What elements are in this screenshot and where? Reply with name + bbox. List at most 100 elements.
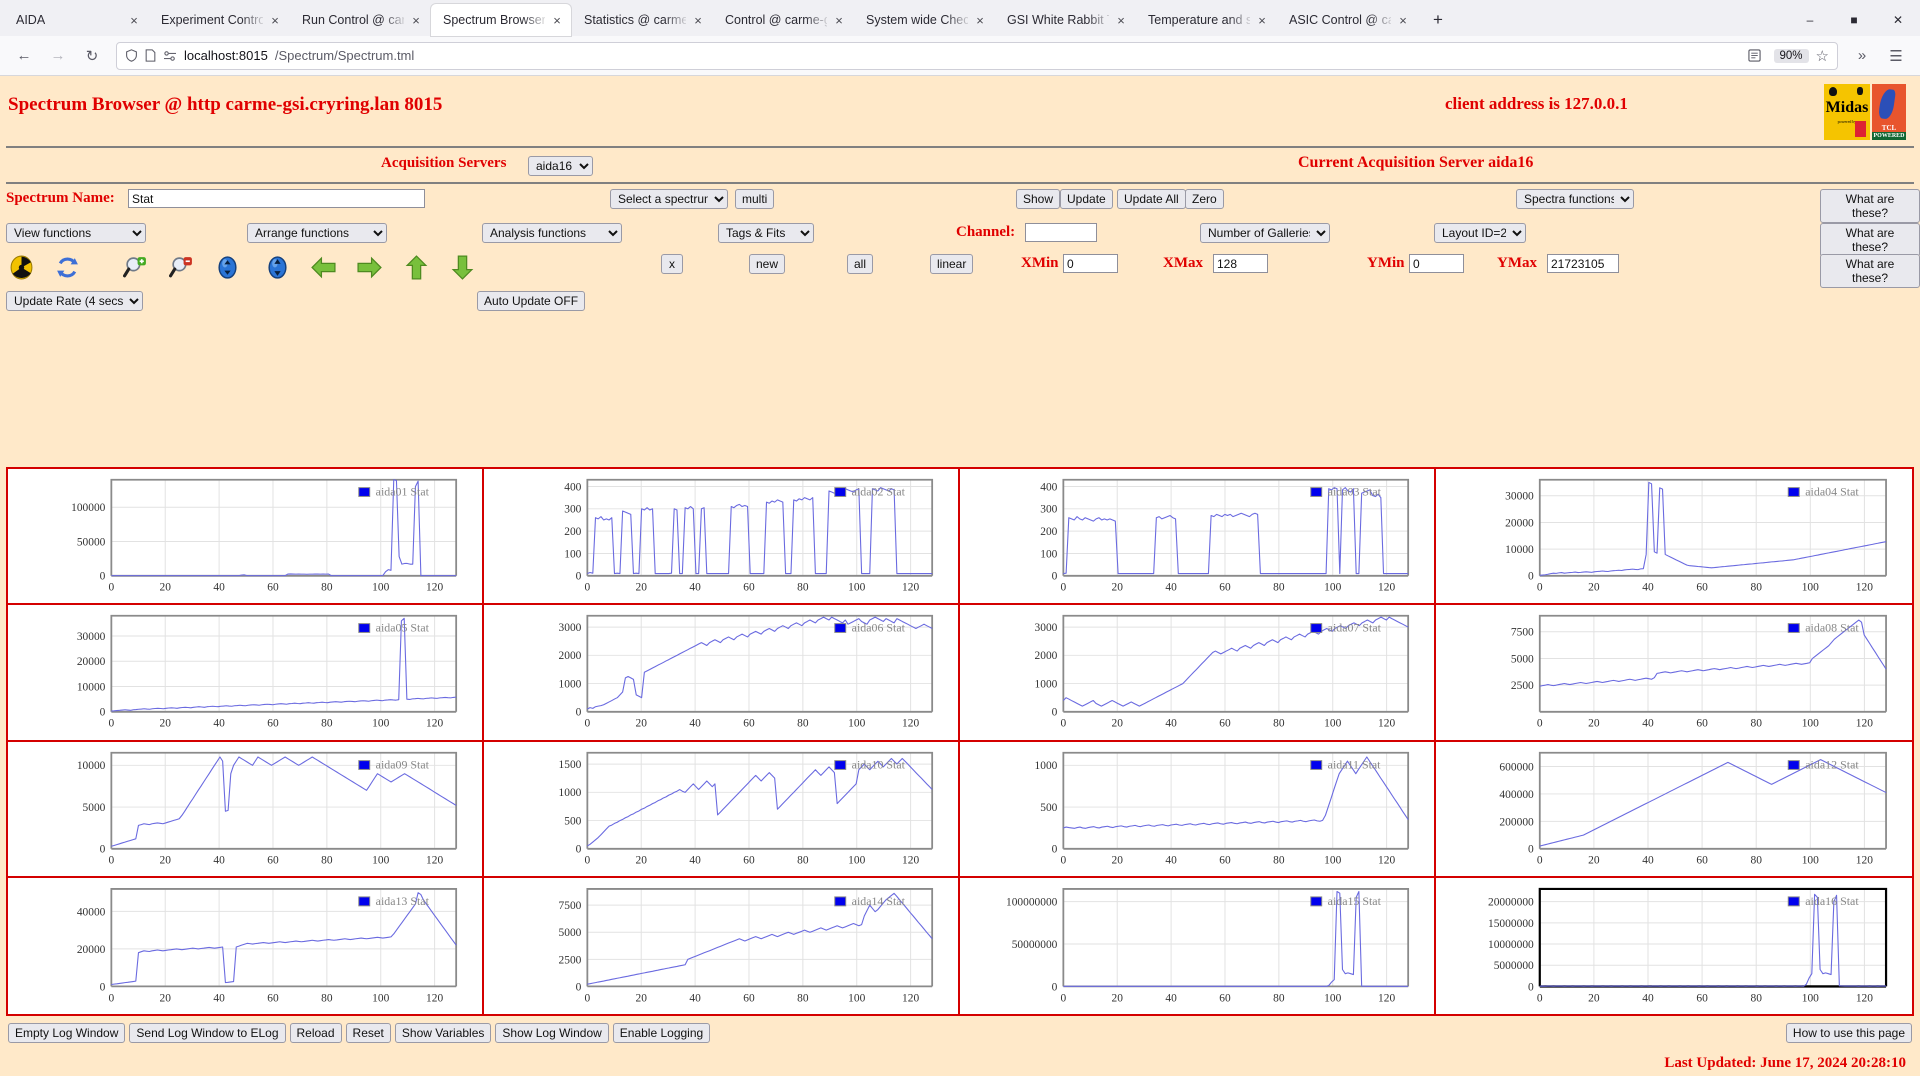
what-are-these-button-1[interactable]: What are these? xyxy=(1820,189,1920,223)
zoom-level-badge[interactable]: 90% xyxy=(1773,48,1809,63)
reload-button[interactable]: Reload xyxy=(289,1023,342,1043)
update-all-button[interactable]: Update All xyxy=(1117,189,1186,209)
spectrum-panel[interactable]: 0 10000 20000 30000 0 20 40 60 80 100 120 aida05 St… xyxy=(8,605,484,742)
refresh-icon[interactable] xyxy=(52,252,82,282)
select-spectrum-dropdown[interactable]: Select a spectrum xyxy=(610,189,728,209)
arrow-left-icon[interactable] xyxy=(308,252,338,282)
spectra-functions-dropdown[interactable]: Spectra functions xyxy=(1516,189,1634,209)
browser-tab[interactable]: Spectrum Browser @ c × xyxy=(431,4,571,36)
analysis-functions-dropdown[interactable]: Analysis functions xyxy=(482,223,622,243)
tab-close-icon[interactable]: × xyxy=(831,12,847,28)
acquisition-server-select[interactable]: aida16 xyxy=(528,156,593,176)
x-button[interactable]: x xyxy=(661,254,683,274)
new-button[interactable]: new xyxy=(749,254,786,274)
browser-tab[interactable]: GSI White Rabbit Time × xyxy=(995,4,1135,36)
spectrum-panel[interactable]: 0 20000 40000 0 20 40 60 80 100 120 aida13 Stat xyxy=(8,877,484,1014)
tab-close-icon[interactable]: × xyxy=(1113,12,1129,28)
spectrum-panel[interactable]: 0 50000000 100000000 0 20 40 60 80 100 120 aida15 … xyxy=(960,877,1436,1014)
spectrum-panel[interactable]: 0 2500 5000 7500 0 20 40 60 80 100 120 aida14 Stat xyxy=(484,877,960,1014)
spectrum-panel[interactable]: 0 100 200 300 400 0 20 40 60 80 100 120 aida03 Stat xyxy=(960,469,1436,606)
window-close-button[interactable]: ✕ xyxy=(1876,4,1920,36)
number-of-galleries-dropdown[interactable]: Number of Galleries xyxy=(1200,223,1330,243)
show-log-window-button[interactable]: Show Log Window xyxy=(495,1023,609,1043)
tab-close-icon[interactable]: × xyxy=(690,12,706,28)
linear-button[interactable]: linear xyxy=(930,254,974,274)
tab-close-icon[interactable]: × xyxy=(408,12,424,28)
reader-mode-icon[interactable] xyxy=(1747,49,1761,62)
browser-tab[interactable]: ASIC Control @ carme- × xyxy=(1277,4,1417,36)
ymin-input[interactable] xyxy=(1409,254,1464,273)
all-button[interactable]: all xyxy=(847,254,874,274)
spectrum-panel[interactable]: 0 1000 2000 3000 0 20 40 60 80 100 120 aida07 Stat xyxy=(960,605,1436,742)
spectrum-panel[interactable]: 0 500 1000 1500 0 20 40 60 80 100 120 aida10 Stat xyxy=(484,741,960,878)
svg-text:20000: 20000 xyxy=(1505,517,1534,529)
forward-button[interactable]: → xyxy=(42,41,74,71)
update-button[interactable]: Update xyxy=(1060,189,1113,209)
reset-button[interactable]: Reset xyxy=(345,1023,391,1043)
reload-button[interactable]: ↻ xyxy=(76,41,108,71)
arrow-right-icon[interactable] xyxy=(354,252,384,282)
spectrum-panel[interactable]: 0 10000 20000 30000 0 20 40 60 80 100 120 aida04 St… xyxy=(1436,469,1912,606)
tab-close-icon[interactable]: × xyxy=(1254,12,1270,28)
spectrum-panel[interactable]: 0 1000 2000 3000 0 20 40 60 80 100 120 aida06 Stat xyxy=(484,605,960,742)
browser-tab[interactable]: Control @ carme-gsi × xyxy=(713,4,853,36)
arrow-up-icon[interactable] xyxy=(401,252,431,282)
update-rate-dropdown[interactable]: Update Rate (4 secs) xyxy=(6,291,143,311)
send-log-to-elog-button[interactable]: Send Log Window to ELog xyxy=(129,1023,286,1043)
zoom-in-icon[interactable] xyxy=(120,252,150,282)
tab-close-icon[interactable]: × xyxy=(972,12,988,28)
spectrum-panel[interactable]: 0 100 200 300 400 0 20 40 60 80 100 120 aida02 Stat xyxy=(484,469,960,606)
tags-and-fits-dropdown[interactable]: Tags & Fits xyxy=(718,223,814,243)
bookmark-star-icon[interactable]: ☆ xyxy=(1816,47,1829,65)
browser-tab[interactable]: Run Control @ carme- × xyxy=(290,4,430,36)
what-are-these-button-3[interactable]: What are these? xyxy=(1820,254,1920,288)
spectrum-panel[interactable]: 0 5000 10000 0 20 40 60 80 100 120 aida09 Stat xyxy=(8,741,484,878)
arrange-functions-dropdown[interactable]: Arrange functions xyxy=(247,223,387,243)
enable-logging-button[interactable]: Enable Logging xyxy=(612,1023,711,1043)
address-bar[interactable]: localhost:8015/Spectrum/Spectrum.tml 90%… xyxy=(116,41,1838,70)
window-minimize-button[interactable]: – xyxy=(1788,4,1832,36)
spectrum-panel[interactable]: 0 5000000 10000000 15000000 20000000 0 20 40 60 8… xyxy=(1436,877,1912,1014)
browser-tab[interactable]: Experiment Control @ c × xyxy=(149,4,289,36)
permissions-icon[interactable] xyxy=(163,50,177,62)
browser-tab[interactable]: AIDA × xyxy=(4,4,148,36)
view-functions-dropdown[interactable]: View functions xyxy=(6,223,146,243)
radiation-icon[interactable] xyxy=(6,252,36,282)
multi-button[interactable]: multi xyxy=(735,189,775,209)
xmax-input[interactable] xyxy=(1213,254,1268,273)
app-menu-button[interactable]: ☰ xyxy=(1880,41,1912,71)
tab-close-icon[interactable]: × xyxy=(549,12,565,28)
expand-up-icon[interactable] xyxy=(262,252,292,282)
tab-close-icon[interactable]: × xyxy=(126,12,142,28)
ymax-input[interactable] xyxy=(1547,254,1619,273)
spectrum-name-input[interactable] xyxy=(128,189,425,208)
what-are-these-button-2[interactable]: What are these? xyxy=(1820,223,1920,257)
tab-close-icon[interactable]: × xyxy=(267,12,283,28)
new-tab-button[interactable]: + xyxy=(1424,6,1452,34)
how-to-use-this-page-button[interactable]: How to use this page xyxy=(1785,1023,1912,1043)
show-button[interactable]: Show xyxy=(1016,189,1061,209)
channel-input[interactable] xyxy=(1025,223,1097,242)
back-button[interactable]: ← xyxy=(8,41,40,71)
tab-close-icon[interactable]: × xyxy=(1395,12,1411,28)
spectrum-panel[interactable]: 2500 5000 7500 0 20 40 60 80 100 120 aida08 Stat xyxy=(1436,605,1912,742)
arrow-down-icon[interactable] xyxy=(447,252,477,282)
spectrum-panel[interactable]: 0 50000 100000 0 20 40 60 80 100 120 aida01 Stat xyxy=(8,469,484,606)
auto-update-toggle[interactable]: Auto Update OFF xyxy=(477,291,586,311)
browser-tab[interactable]: System wide Checks (c × xyxy=(854,4,994,36)
browser-tab[interactable]: Statistics @ carme-gsi × xyxy=(572,4,712,36)
window-maximize-button[interactable]: ■ xyxy=(1832,4,1876,36)
zero-button[interactable]: Zero xyxy=(1185,189,1224,209)
spectrum-panel[interactable]: 0 500 1000 0 20 40 60 80 100 120 aida11 Stat xyxy=(960,741,1436,878)
show-variables-button[interactable]: Show Variables xyxy=(394,1023,492,1043)
browser-tab-label: GSI White Rabbit Time xyxy=(1007,13,1109,27)
browser-tab[interactable]: Temperature and statu × xyxy=(1136,4,1276,36)
zoom-out-icon[interactable] xyxy=(166,252,196,282)
xmin-input[interactable] xyxy=(1063,254,1118,273)
spectrum-panel[interactable]: 0 200000 400000 600000 0 20 40 60 80 100 120 aida12… xyxy=(1436,741,1912,878)
xmax-label: XMax xyxy=(1163,255,1203,271)
empty-log-window-button[interactable]: Empty Log Window xyxy=(8,1023,126,1043)
overflow-menu-button[interactable]: » xyxy=(1846,41,1878,71)
layout-id-dropdown[interactable]: Layout ID=2 xyxy=(1434,223,1526,243)
collapse-down-icon[interactable] xyxy=(212,252,242,282)
